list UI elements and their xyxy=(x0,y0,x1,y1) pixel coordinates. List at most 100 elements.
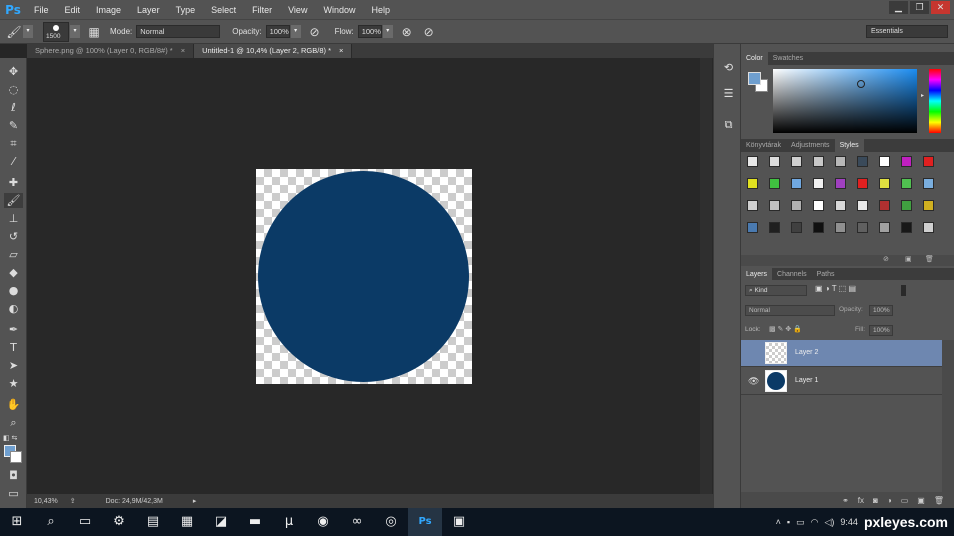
tray-app-icon[interactable]: ▪ xyxy=(787,517,790,527)
layer-filter-select[interactable]: ⌕ Kind xyxy=(745,285,807,296)
style-preset[interactable] xyxy=(835,156,846,167)
tab-swatches[interactable]: Swatches xyxy=(768,52,808,65)
default-colors-icon[interactable]: ◧ ⇆ xyxy=(3,434,17,442)
flow-input[interactable]: 100% xyxy=(357,25,382,38)
mode-select[interactable]: Normal xyxy=(136,25,221,38)
style-preset[interactable] xyxy=(747,200,758,211)
clock[interactable]: 9:44 xyxy=(840,517,858,527)
color-field[interactable] xyxy=(773,69,917,133)
tab-sphere[interactable]: Sphere.png @ 100% (Layer 0, RGB/8#) * × xyxy=(27,44,195,58)
healing-tool-icon[interactable]: ✚ xyxy=(4,175,23,190)
style-preset[interactable] xyxy=(769,178,780,189)
style-preset[interactable] xyxy=(901,178,912,189)
menu-help[interactable]: Help xyxy=(363,5,398,15)
style-preset[interactable] xyxy=(923,156,934,167)
style-preset[interactable] xyxy=(857,222,868,233)
style-preset[interactable] xyxy=(879,178,890,189)
style-preset[interactable] xyxy=(835,200,846,211)
menu-window[interactable]: Window xyxy=(315,5,363,15)
photos-app-icon[interactable]: ▤ xyxy=(136,508,170,536)
brush-tool-icon[interactable]: 🖌 xyxy=(4,193,23,208)
style-preset[interactable] xyxy=(747,156,758,167)
notes-app-icon[interactable]: ◪ xyxy=(204,508,238,536)
tool-preset-dropdown[interactable]: ▾ xyxy=(23,25,33,38)
lock-icons[interactable]: ▩ ✎ ✥ 🔒 xyxy=(769,325,802,333)
group-icon[interactable]: ▭ xyxy=(901,496,909,505)
style-preset[interactable] xyxy=(857,200,868,211)
menu-layer[interactable]: Layer xyxy=(129,5,168,15)
brush-preset-dropdown[interactable]: ▾ xyxy=(70,25,80,38)
pressure-size-icon[interactable]: ⊘ xyxy=(421,24,437,40)
brush-panel-icon[interactable]: ▦ xyxy=(86,24,102,40)
pressure-opacity-icon[interactable]: ⊘ xyxy=(307,24,323,40)
calculator-icon[interactable]: ▦ xyxy=(170,508,204,536)
app-icon-orange[interactable]: ∞ xyxy=(340,508,374,536)
tool-presets-panel-icon[interactable]: ⧉ xyxy=(720,118,737,133)
menu-type[interactable]: Type xyxy=(168,5,204,15)
style-preset[interactable] xyxy=(813,200,824,211)
style-preset[interactable] xyxy=(813,178,824,189)
style-preset[interactable] xyxy=(857,156,868,167)
style-preset[interactable] xyxy=(791,200,802,211)
layer-row-layer-2[interactable]: Layer 2 xyxy=(741,340,942,367)
style-preset[interactable] xyxy=(879,200,890,211)
history-panel-icon[interactable]: ⟲ xyxy=(720,61,737,76)
style-preset[interactable] xyxy=(769,156,780,167)
style-preset[interactable] xyxy=(901,200,912,211)
wifi-icon[interactable]: ◠ xyxy=(811,517,819,528)
flow-dropdown[interactable]: ▾ xyxy=(382,25,393,38)
window-app-icon[interactable]: ▣ xyxy=(442,508,476,536)
eraser-tool-icon[interactable]: ▱ xyxy=(4,247,23,262)
tab-styles[interactable]: Styles xyxy=(834,139,864,152)
lasso-tool-icon[interactable]: ℓ xyxy=(4,100,23,115)
settings-gear-icon[interactable]: ⚙ xyxy=(102,508,136,536)
layers-scrollbar[interactable] xyxy=(942,340,954,492)
opacity-input[interactable]: 100% xyxy=(265,25,290,38)
delete-layer-icon[interactable]: 🗑 xyxy=(934,496,944,505)
crop-tool-icon[interactable]: ⌗ xyxy=(4,136,23,151)
chevron-up-icon[interactable]: ˄ xyxy=(776,517,781,527)
menu-image[interactable]: Image xyxy=(88,5,129,15)
path-select-tool-icon[interactable]: ➤ xyxy=(4,358,23,373)
style-preset[interactable] xyxy=(923,178,934,189)
shape-tool-icon[interactable]: ★ xyxy=(4,376,23,391)
menu-edit[interactable]: Edit xyxy=(57,5,89,15)
style-preset[interactable] xyxy=(835,178,846,189)
media-app-icon[interactable]: ◉ xyxy=(306,508,340,536)
style-preset[interactable] xyxy=(901,156,912,167)
style-preset[interactable] xyxy=(791,178,802,189)
blur-tool-icon[interactable]: ● xyxy=(4,283,23,298)
eyedropper-tool-icon[interactable]: ⁄ xyxy=(4,154,23,169)
tab-libraries[interactable]: Könyvtárak xyxy=(741,139,786,152)
new-style-icon[interactable]: ▣ xyxy=(905,255,912,263)
minimize-button[interactable]: ▁ xyxy=(889,1,908,14)
airbrush-icon[interactable]: ⊗ xyxy=(399,24,415,40)
battery-icon[interactable]: ▭ xyxy=(796,517,805,528)
workspace-select[interactable]: Essentials xyxy=(866,25,948,38)
quick-select-tool-icon[interactable]: ✎ xyxy=(4,118,23,133)
clear-style-icon[interactable]: ⊘ xyxy=(883,255,889,263)
style-preset[interactable] xyxy=(923,200,934,211)
style-preset[interactable] xyxy=(813,156,824,167)
filter-icons[interactable]: ▣ ◑ T ⬚ ▤ xyxy=(815,284,856,293)
adjustment-layer-icon[interactable]: ◑ xyxy=(887,496,892,505)
filter-toggle[interactable] xyxy=(901,285,906,296)
mask-icon[interactable]: ◙ xyxy=(873,496,878,505)
paint-bucket-tool-icon[interactable]: ◆ xyxy=(4,265,23,280)
menu-file[interactable]: File xyxy=(26,5,57,15)
chrome-icon[interactable]: ◎ xyxy=(374,508,408,536)
zoom-level[interactable]: 10,43% xyxy=(34,498,58,505)
delete-style-icon[interactable]: 🗑 xyxy=(925,255,934,263)
style-preset[interactable] xyxy=(769,200,780,211)
document-canvas[interactable] xyxy=(256,169,472,384)
style-preset[interactable] xyxy=(835,222,846,233)
style-preset[interactable] xyxy=(747,178,758,189)
style-preset[interactable] xyxy=(813,222,824,233)
close-button[interactable]: ✕ xyxy=(931,1,950,14)
windows-start-icon[interactable]: ⊞ xyxy=(0,508,34,536)
menu-select[interactable]: Select xyxy=(203,5,244,15)
background-color-swatch[interactable] xyxy=(10,451,22,463)
dodge-tool-icon[interactable]: ◐ xyxy=(4,301,23,316)
screen-mode-icon[interactable]: ▭ xyxy=(4,486,23,501)
type-tool-icon[interactable]: T xyxy=(4,340,23,355)
